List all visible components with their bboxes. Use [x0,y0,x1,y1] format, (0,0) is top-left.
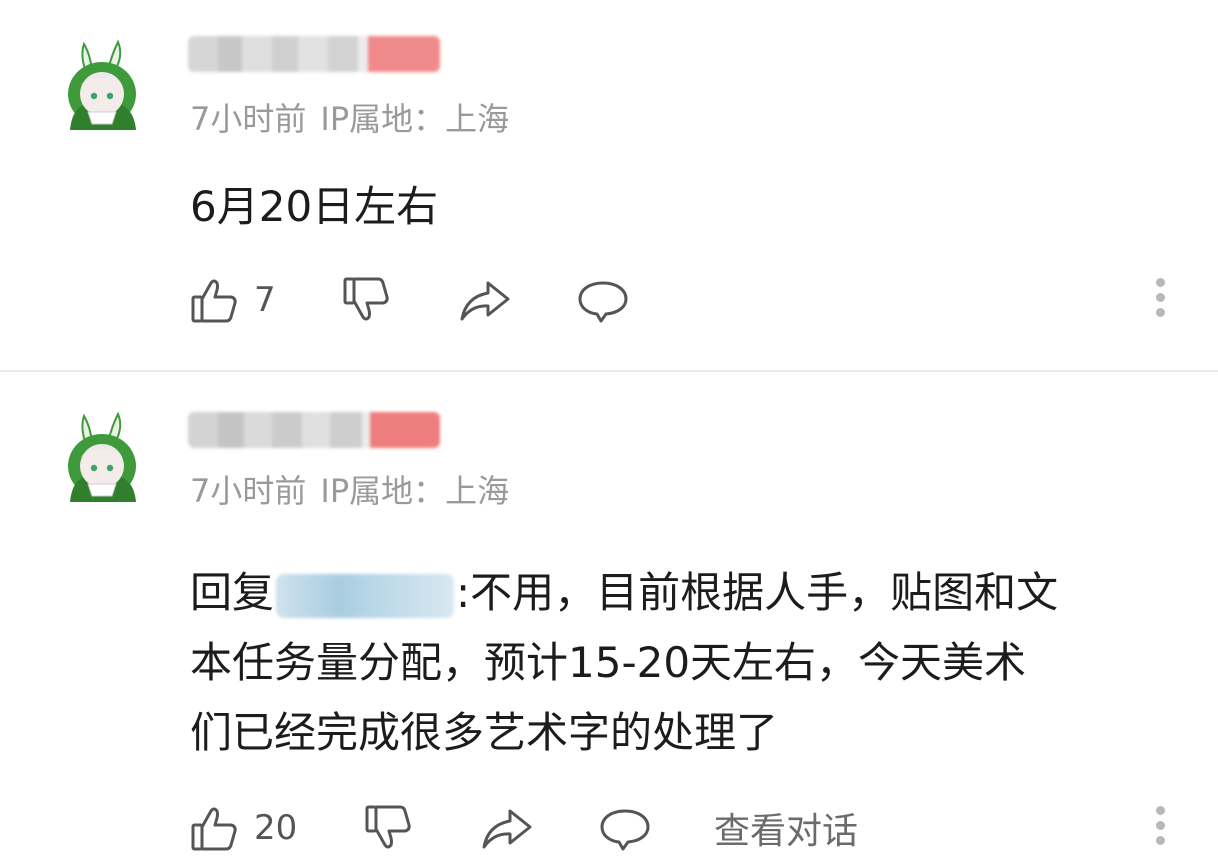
reply-text-line3: 们已经完成很多艺术字的处理了 [190,708,779,757]
comment-meta: 7小时前 IP属地：上海 [190,466,509,512]
share-button[interactable] [458,270,512,330]
share-button[interactable] [480,798,534,858]
like-button[interactable]: 7 [190,270,276,330]
share-icon [482,809,532,849]
view-conversation-button[interactable]: 查看对话 [714,798,858,858]
mentioned-user-blurred[interactable] [276,573,455,618]
thumbs-down-icon [343,277,389,321]
thumbs-up-icon [191,807,237,851]
thumbs-up-icon [191,279,237,323]
comment-ip-location: IP属地：上海 [320,100,510,138]
comment-item: 7小时前 IP属地：上海 回复 :不用，目前根据人手，贴图和文 本任务量分配，预计1… [0,372,1218,867]
reply-button[interactable] [598,798,652,858]
username-blurred[interactable] [188,412,440,448]
comment-meta: 7小时前 IP属地：上海 [190,94,509,140]
username-blurred[interactable] [188,36,440,72]
thumbs-down-icon [365,805,411,849]
comment-text: 6月20日左右 [190,182,439,231]
avatar[interactable] [62,410,142,502]
reply-button[interactable] [576,270,630,330]
comment-ip-location: IP属地：上海 [320,472,510,510]
reply-prefix: 回复 [190,568,275,617]
share-icon [460,281,510,321]
comment-icon [578,281,628,323]
comment-time: 7小时前 [190,472,307,510]
like-button[interactable]: 20 [190,798,297,858]
dislike-button[interactable] [342,270,392,330]
comment-icon [600,809,650,851]
reply-text-line2: 本任务量分配，预计15-20天左右，今天美术 [190,638,1027,687]
like-count: 7 [254,280,276,320]
comment-item: 7小时前 IP属地：上海 6月20日左右 7 [0,0,1218,370]
more-vertical-icon [1154,278,1166,317]
comment-text: 回复 :不用，目前根据人手，贴图和文 本任务量分配，预计15-20天左右，今天美术… [190,558,1190,768]
more-options-button[interactable] [1154,278,1166,322]
more-options-button[interactable] [1154,806,1166,850]
more-vertical-icon [1154,806,1166,845]
dislike-button[interactable] [364,798,414,858]
avatar[interactable] [62,38,142,130]
comment-actions: 20 查看对话 [0,798,1218,858]
reply-text-line1: :不用，目前根据人手，贴图和文 [456,568,1059,617]
comment-actions: 7 [0,270,1218,330]
like-count: 20 [254,808,298,848]
view-conversation-label: 查看对话 [714,811,859,852]
comment-time: 7小时前 [190,100,307,138]
